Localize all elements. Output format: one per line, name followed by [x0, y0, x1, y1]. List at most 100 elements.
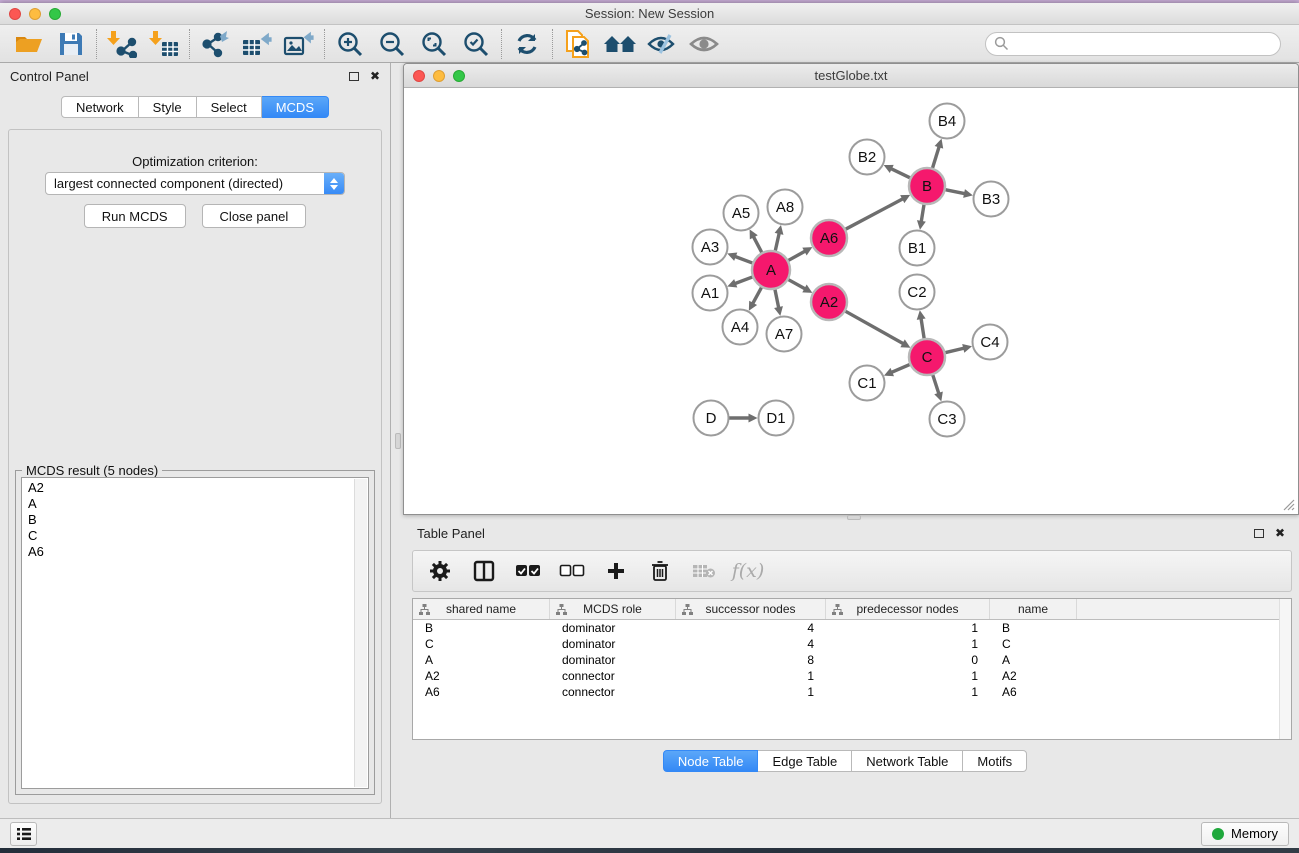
- table-cell[interactable]: 1: [676, 685, 826, 699]
- graph-edge-B-B2[interactable]: [891, 169, 911, 179]
- export-network-button[interactable]: [194, 28, 236, 60]
- zoom-selected-button[interactable]: [455, 28, 497, 60]
- graph-edge-A-A2[interactable]: [788, 279, 806, 289]
- graph-edge-B-B1[interactable]: [921, 204, 924, 222]
- table-cell[interactable]: 8: [676, 653, 826, 667]
- deselect-all-button[interactable]: [557, 556, 587, 586]
- memory-button[interactable]: Memory: [1201, 822, 1289, 846]
- tab-node-table[interactable]: Node Table: [663, 750, 759, 772]
- table-cell[interactable]: C: [990, 637, 1077, 651]
- table-cell[interactable]: 1: [826, 637, 990, 651]
- table-cell[interactable]: dominator: [550, 621, 676, 635]
- table-cell[interactable]: 1: [826, 685, 990, 699]
- table-cell[interactable]: A: [990, 653, 1077, 667]
- refresh-button[interactable]: [506, 28, 548, 60]
- optimization-criterion-select[interactable]: largest connected component (directed): [45, 172, 345, 195]
- delete-table-button[interactable]: [689, 556, 719, 586]
- graph-edge-C-C4[interactable]: [945, 348, 965, 353]
- table-row[interactable]: Cdominator41C: [413, 636, 1291, 652]
- graph-edge-B-B4[interactable]: [932, 146, 939, 168]
- tab-edge-table[interactable]: Edge Table: [758, 750, 852, 772]
- graph-edge-A-A8[interactable]: [775, 233, 779, 252]
- close-panel-icon[interactable]: ✖: [370, 70, 380, 82]
- table-cell[interactable]: A2: [413, 669, 550, 683]
- graph-edge-A2-C[interactable]: [845, 311, 904, 344]
- table-cell[interactable]: dominator: [550, 637, 676, 651]
- graph-edge-A-A3[interactable]: [735, 256, 753, 263]
- import-network-button[interactable]: [101, 28, 143, 60]
- table-row[interactable]: A6connector11A6: [413, 684, 1291, 700]
- close-table-panel-icon[interactable]: ✖: [1275, 527, 1285, 539]
- result-list-item[interactable]: B: [28, 512, 362, 528]
- graph-edge-A-A4[interactable]: [753, 287, 762, 304]
- tab-network-table[interactable]: Network Table: [852, 750, 963, 772]
- mcds-result-list[interactable]: A2ABCA6: [21, 477, 369, 789]
- tab-mcds[interactable]: MCDS: [262, 96, 329, 118]
- table-cell[interactable]: 1: [826, 621, 990, 635]
- column-header-name[interactable]: name: [990, 599, 1077, 619]
- export-table-button[interactable]: [236, 28, 278, 60]
- column-header-predecessor-nodes[interactable]: predecessor nodes: [826, 599, 990, 619]
- table-cell[interactable]: connector: [550, 669, 676, 683]
- float-table-panel-icon[interactable]: [1254, 529, 1264, 538]
- zoom-fit-button[interactable]: [413, 28, 455, 60]
- table-cell[interactable]: A6: [413, 685, 550, 699]
- network-window-titlebar[interactable]: testGlobe.txt: [404, 64, 1298, 88]
- table-cell[interactable]: 1: [826, 669, 990, 683]
- table-scrollbar[interactable]: [1279, 599, 1291, 739]
- delete-row-button[interactable]: [645, 556, 675, 586]
- function-builder-button[interactable]: f(x): [733, 556, 763, 586]
- graph-edge-A-A6[interactable]: [788, 251, 806, 261]
- result-list-scrollbar[interactable]: [354, 479, 367, 787]
- table-settings-button[interactable]: [425, 556, 455, 586]
- close-panel-button[interactable]: Close panel: [202, 204, 307, 228]
- float-panel-icon[interactable]: [349, 72, 359, 81]
- graph-edge-C-C1[interactable]: [891, 364, 910, 372]
- splitter-handle-vertical[interactable]: [395, 433, 401, 449]
- home-button[interactable]: [599, 28, 641, 60]
- graph-edge-A-A1[interactable]: [735, 277, 753, 284]
- node-table[interactable]: shared nameMCDS rolesuccessor nodesprede…: [412, 598, 1292, 740]
- result-list-item[interactable]: A6: [28, 544, 362, 560]
- zoom-out-button[interactable]: [371, 28, 413, 60]
- show-tasks-button[interactable]: [10, 822, 37, 846]
- table-cell[interactable]: B: [413, 621, 550, 635]
- table-cell[interactable]: A6: [990, 685, 1077, 699]
- column-header-shared-name[interactable]: shared name: [413, 599, 550, 619]
- table-cell[interactable]: B: [990, 621, 1077, 635]
- show-columns-button[interactable]: [469, 556, 499, 586]
- table-cell[interactable]: connector: [550, 685, 676, 699]
- table-row[interactable]: Bdominator41B: [413, 620, 1291, 636]
- import-table-button[interactable]: [143, 28, 185, 60]
- table-cell[interactable]: A2: [990, 669, 1077, 683]
- tab-style[interactable]: Style: [139, 96, 197, 118]
- graph-edge-C-C2[interactable]: [921, 318, 924, 339]
- table-row[interactable]: Adominator80A: [413, 652, 1291, 668]
- table-row[interactable]: A2connector11A2: [413, 668, 1291, 684]
- add-row-button[interactable]: [601, 556, 631, 586]
- show-panels-button[interactable]: [683, 28, 725, 60]
- graph-edge-B-B3[interactable]: [945, 190, 965, 194]
- table-cell[interactable]: 1: [676, 669, 826, 683]
- table-cell[interactable]: 0: [826, 653, 990, 667]
- table-cell[interactable]: C: [413, 637, 550, 651]
- table-cell[interactable]: 4: [676, 621, 826, 635]
- save-session-button[interactable]: [50, 28, 92, 60]
- select-all-button[interactable]: [513, 556, 543, 586]
- graph-edge-A-A5[interactable]: [753, 236, 762, 253]
- result-list-item[interactable]: A: [28, 496, 362, 512]
- tab-select[interactable]: Select: [197, 96, 262, 118]
- search-field[interactable]: [985, 32, 1281, 56]
- export-image-button[interactable]: [278, 28, 320, 60]
- table-cell[interactable]: 4: [676, 637, 826, 651]
- search-input[interactable]: [1014, 37, 1272, 51]
- graph-edge-A6-B[interactable]: [845, 199, 903, 230]
- tab-network[interactable]: Network: [61, 96, 139, 118]
- duplicate-network-button[interactable]: [557, 28, 599, 60]
- column-header-MCDS-role[interactable]: MCDS role: [550, 599, 676, 619]
- graph-edge-A-A7[interactable]: [775, 289, 779, 308]
- zoom-in-button[interactable]: [329, 28, 371, 60]
- graph-edge-C-C3[interactable]: [933, 374, 939, 394]
- tab-motifs[interactable]: Motifs: [963, 750, 1027, 772]
- column-header-successor-nodes[interactable]: successor nodes: [676, 599, 826, 619]
